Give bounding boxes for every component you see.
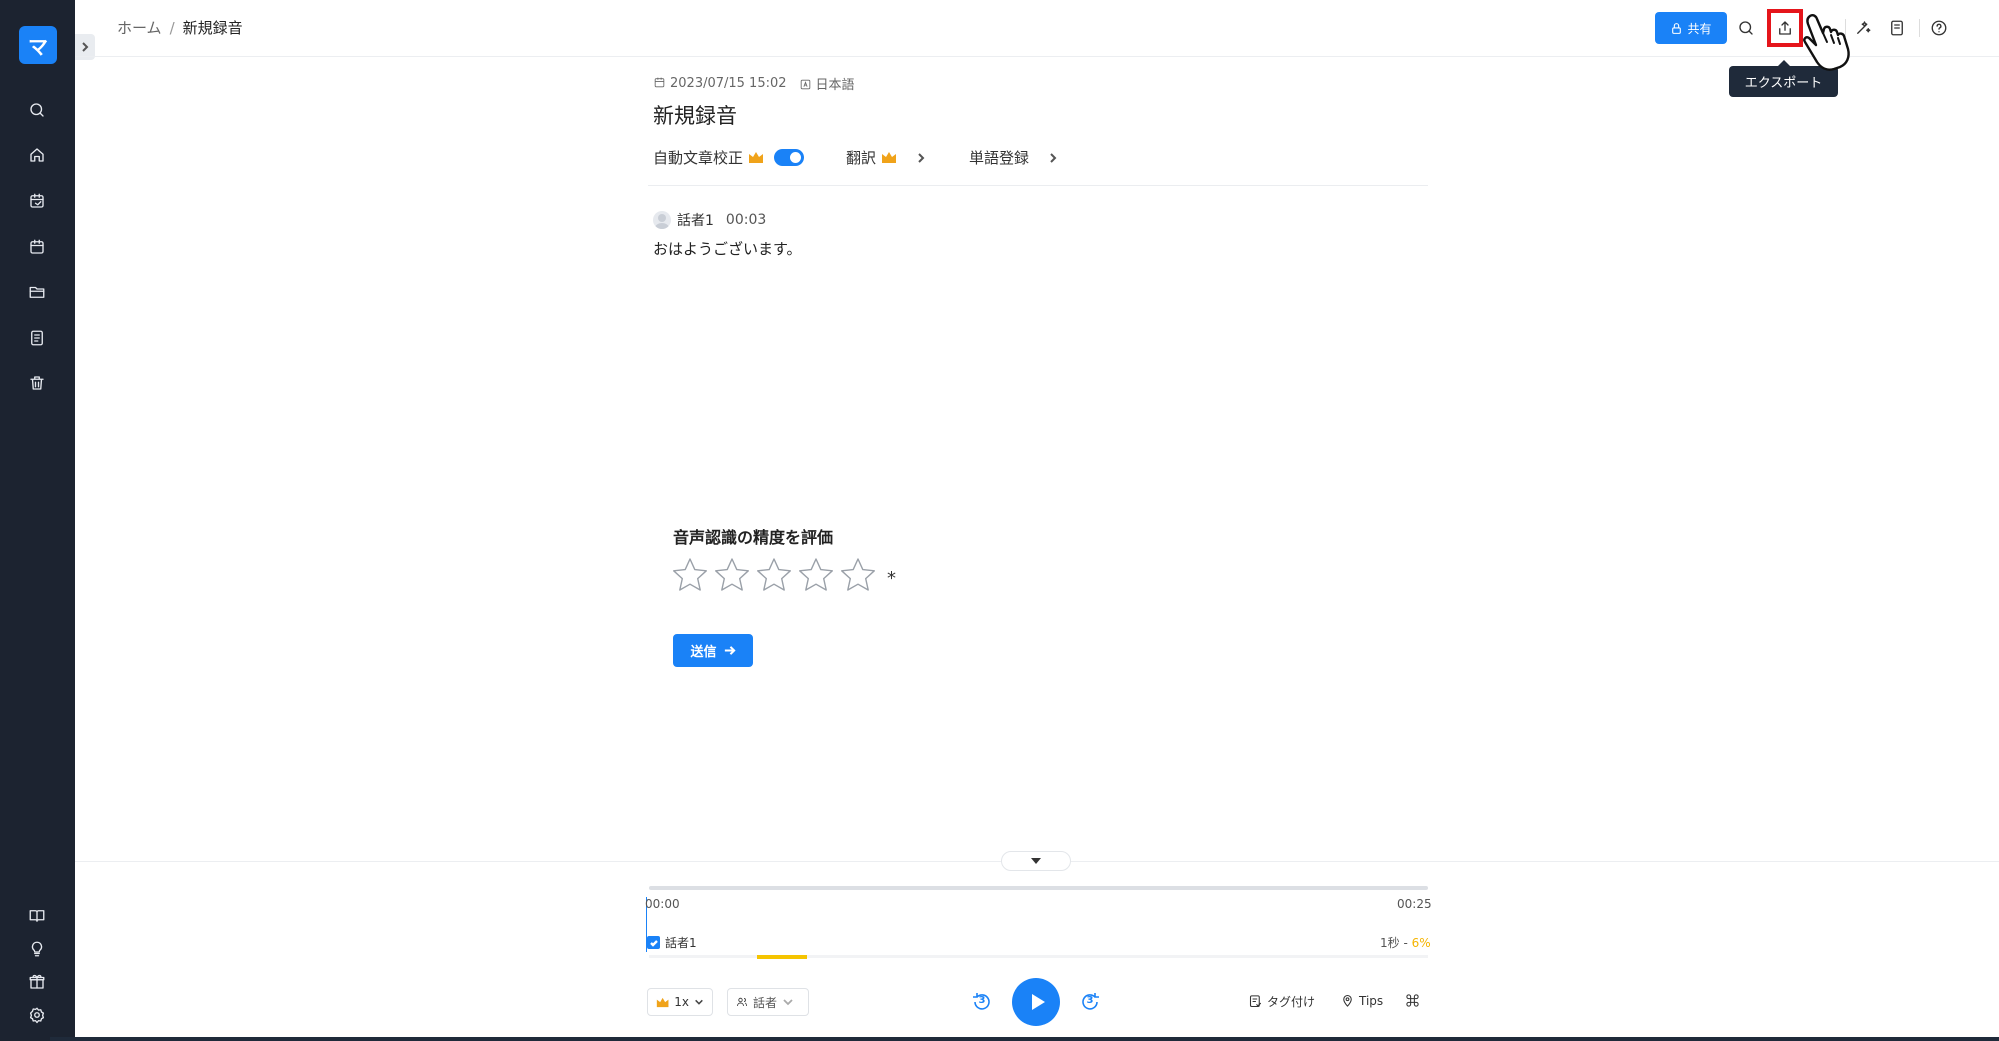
settings-icon[interactable] [25, 1003, 49, 1027]
language-icon [800, 79, 810, 90]
speaker-track-name: 話者1 [665, 936, 697, 950]
tips-label: Tips [1359, 993, 1384, 1008]
lock-icon [1672, 22, 1682, 34]
caret-down-icon [1031, 858, 1041, 864]
crown-icon [656, 997, 669, 1007]
skip-back-button[interactable]: 3 [970, 990, 994, 1014]
speaker-timeline[interactable] [649, 955, 1428, 959]
speaker-name[interactable]: 話者1 [677, 210, 714, 230]
trash-icon[interactable] [25, 371, 49, 395]
playback-progress-bar[interactable] [649, 886, 1428, 890]
speaker-duration: 1秒 [1380, 936, 1400, 950]
tag-icon [1249, 995, 1262, 1008]
breadcrumb-home[interactable]: ホーム [117, 19, 162, 37]
check-icon [649, 939, 658, 947]
transcript-text[interactable]: おはようございます。 [653, 238, 802, 259]
share-button[interactable]: 共有 [1655, 12, 1727, 44]
command-icon [1406, 994, 1419, 1007]
recording-meta: 2023/07/15 15:02 日本語 [653, 74, 855, 93]
shortcut-button[interactable] [1405, 993, 1420, 1008]
speaker-timestamp[interactable]: 00:03 [726, 212, 766, 228]
speed-select[interactable]: 1x [647, 988, 713, 1016]
tag-label: タグ付け [1267, 995, 1316, 1009]
pointer-hand-icon [1803, 14, 1850, 71]
skip-forward-seconds: 3 [1086, 995, 1094, 1006]
datetime-text: 2023/07/15 15:02 [670, 76, 787, 91]
auto-correct-label: 自動文章校正 [653, 149, 744, 167]
arrow-right-icon [724, 646, 736, 655]
play-button[interactable] [1012, 978, 1060, 1026]
speaker-percent: 6% [1411, 936, 1431, 950]
notes-icon[interactable] [1885, 16, 1909, 40]
skip-forward-button[interactable]: 3 [1078, 990, 1102, 1014]
share-button-label: 共有 [1687, 21, 1712, 36]
transcript-speaker: 話者1 00:03 [653, 210, 766, 230]
recording-title[interactable]: 新規録音 [653, 100, 737, 130]
star-2[interactable] [713, 556, 751, 594]
translate-label[interactable]: 翻訳 [846, 147, 876, 168]
submit-button-label: 送信 [690, 645, 717, 660]
star-4[interactable] [797, 556, 835, 594]
toolbar-divider [1919, 19, 1920, 37]
folder-icon[interactable] [25, 280, 49, 304]
app-logo[interactable]: マ [19, 26, 57, 64]
chevron-right-icon[interactable] [1047, 152, 1059, 164]
breadcrumb-current: 新規録音 [182, 19, 243, 37]
speaker-checkbox[interactable] [647, 936, 660, 949]
document-icon[interactable] [25, 326, 49, 350]
star-5[interactable] [839, 556, 877, 594]
speaker-segment[interactable] [757, 955, 807, 959]
required-mark: * [887, 567, 896, 589]
breadcrumb-separator: / [169, 19, 175, 37]
speaker-filter-label: 話者 [753, 995, 778, 1010]
search-icon[interactable] [25, 98, 49, 122]
speaker-filter-select[interactable]: 話者 [727, 988, 809, 1016]
tag-button[interactable]: タグ付け [1248, 993, 1315, 1010]
home-icon[interactable] [25, 143, 49, 167]
search-icon[interactable] [1734, 16, 1758, 40]
window-bottom-edge [50, 1037, 1999, 1041]
chevron-down-icon [695, 999, 703, 1005]
star-3[interactable] [755, 556, 793, 594]
sidebar: マ [0, 0, 75, 1041]
calendar-icon[interactable] [25, 235, 49, 259]
calendar-icon [654, 77, 665, 88]
rating-stars: * [671, 556, 896, 594]
calendar-edit-icon[interactable] [25, 189, 49, 213]
speaker-stats: 1秒 - 6% [1380, 934, 1431, 951]
help-icon[interactable] [1927, 16, 1951, 40]
skip-back-seconds: 3 [978, 995, 986, 1006]
recording-datetime: 2023/07/15 15:02 [653, 76, 787, 91]
play-icon [1031, 994, 1045, 1010]
speed-label: 1x [674, 995, 690, 1009]
crown-icon [749, 152, 764, 163]
lightbulb-icon[interactable] [25, 937, 49, 961]
recording-options: 自動文章校正 翻訳 単語登録 [653, 147, 1059, 168]
map-pin-icon [1343, 994, 1352, 1007]
crown-icon [882, 152, 897, 163]
dictionary-label[interactable]: 単語登録 [969, 147, 1029, 168]
current-time: 00:00 [645, 897, 680, 911]
gift-icon[interactable] [25, 970, 49, 994]
tips-button[interactable]: Tips [1340, 993, 1383, 1008]
auto-correct-toggle[interactable] [774, 149, 805, 166]
star-1[interactable] [671, 556, 709, 594]
total-time: 00:25 [1397, 897, 1432, 911]
language-text: 日本語 [815, 78, 855, 93]
avatar [653, 211, 671, 229]
speaker-stats-separator: - [1399, 936, 1412, 950]
chevron-right-icon[interactable] [915, 152, 927, 164]
submit-button[interactable]: 送信 [673, 634, 753, 667]
player-collapse-button[interactable] [1001, 851, 1071, 871]
rating-title: 音声認識の精度を評価 [673, 528, 834, 547]
speaker-filter-row: 話者1 [647, 934, 697, 951]
users-icon [737, 997, 747, 1007]
book-icon[interactable] [25, 904, 49, 928]
chevron-down-icon [783, 999, 793, 1006]
breadcrumb: ホーム / 新規録音 [117, 17, 243, 38]
recording-language[interactable]: 日本語 [799, 74, 855, 93]
header-divider [648, 185, 1428, 186]
